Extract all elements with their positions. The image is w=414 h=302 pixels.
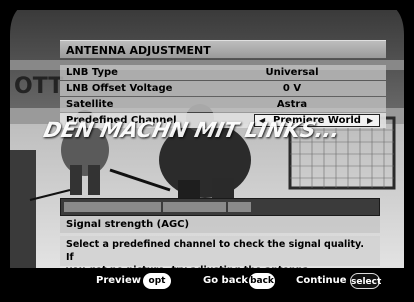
screen-frame bbox=[0, 0, 414, 302]
tv-screen: OTT ANTENNA ADJUSTMENT LNB Type Universa… bbox=[0, 0, 414, 302]
